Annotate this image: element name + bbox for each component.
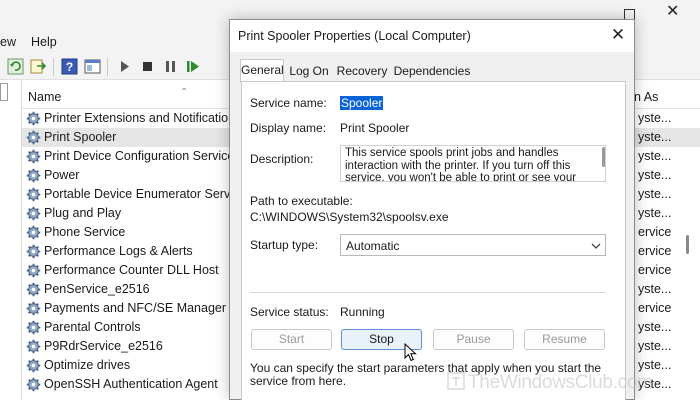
startup-type-value: Automatic xyxy=(346,239,400,253)
description-label: Description: xyxy=(250,152,314,166)
display-name-value: Print Spooler xyxy=(340,121,410,135)
svg-text:?: ? xyxy=(66,60,73,74)
service-name-label: Service name: xyxy=(250,96,327,110)
column-name[interactable]: Name xyxy=(28,90,61,104)
gear-icon xyxy=(26,111,41,126)
gear-icon xyxy=(26,130,41,145)
display-name-label: Display name: xyxy=(250,121,327,135)
close-icon[interactable]: ✕ xyxy=(666,4,680,20)
tab-log-on[interactable]: Log On xyxy=(287,61,331,81)
watermark-logo-icon xyxy=(447,372,465,390)
tab-dependencies[interactable]: Dependencies xyxy=(393,61,471,81)
startup-type-label: Startup type: xyxy=(250,238,319,252)
service-log-on-as: yste... xyxy=(638,206,672,220)
service-name: Printer Extensions and Notifications xyxy=(44,111,242,125)
description-text: This service spools print jobs and handl… xyxy=(345,147,577,182)
pause-button[interactable]: Pause xyxy=(433,329,514,350)
service-name: Plug and Play xyxy=(44,206,122,220)
chevron-down-icon xyxy=(591,243,601,249)
service-log-on-as: ervice xyxy=(638,244,672,258)
tab-recovery[interactable]: Recovery xyxy=(335,61,389,81)
tab-general[interactable]: General xyxy=(240,59,284,82)
refresh-icon[interactable] xyxy=(7,58,24,75)
divider xyxy=(250,292,605,293)
gear-icon xyxy=(26,377,41,392)
service-name: Phone Service xyxy=(44,225,126,239)
toolbar-separator xyxy=(53,58,54,76)
path-label: Path to executable: xyxy=(250,194,353,208)
toolbar-separator xyxy=(107,58,108,76)
stop-icon[interactable] xyxy=(139,58,156,75)
service-name-value[interactable]: Spooler xyxy=(340,96,384,110)
sort-chevron-icon: ⌃ xyxy=(180,87,189,98)
service-log-on-as: yste... xyxy=(638,282,672,296)
service-log-on-as: yste... xyxy=(638,168,672,182)
start-button[interactable]: Start xyxy=(251,329,332,350)
restart-icon[interactable] xyxy=(185,58,202,75)
service-name: Parental Controls xyxy=(44,320,141,334)
pause-icon[interactable] xyxy=(162,58,179,75)
close-icon[interactable]: ✕ xyxy=(610,26,626,43)
service-name: P9RdrService_e2516 xyxy=(44,339,163,353)
service-name: Portable Device Enumerator Service xyxy=(44,187,247,201)
gear-icon xyxy=(26,320,41,335)
menu-help[interactable]: Help xyxy=(31,35,57,49)
dialog-titlebar: Print Spooler Properties (Local Computer… xyxy=(230,20,634,52)
description-scrollbar[interactable] xyxy=(602,147,605,167)
tree-pane-edge xyxy=(0,80,22,400)
play-icon[interactable] xyxy=(116,58,133,75)
service-name: Print Device Configuration Service xyxy=(44,149,235,163)
service-log-on-as: yste... xyxy=(638,149,672,163)
gear-icon xyxy=(26,206,41,221)
service-log-on-as: yste... xyxy=(638,130,672,144)
gear-icon xyxy=(26,168,41,183)
path-value: C:\WINDOWS\System32\spoolsv.exe xyxy=(250,210,449,224)
service-log-on-as: yste... xyxy=(638,320,672,334)
gear-icon xyxy=(26,149,41,164)
service-name: Power xyxy=(44,168,80,182)
list-scrollbar[interactable] xyxy=(686,235,689,254)
service-log-on-as: yste... xyxy=(638,187,672,201)
service-log-on-as: yste... xyxy=(638,339,672,353)
gear-icon xyxy=(26,358,41,373)
export-list-icon[interactable] xyxy=(30,58,47,75)
menu-view[interactable]: ew xyxy=(0,35,16,49)
properties-icon[interactable] xyxy=(84,58,101,75)
service-name: Optimize drives xyxy=(44,358,131,372)
gear-icon xyxy=(26,263,41,278)
gear-icon xyxy=(26,301,41,316)
gear-icon xyxy=(26,282,41,297)
startup-type-select[interactable]: Automatic xyxy=(340,234,606,256)
service-status-label: Service status: xyxy=(250,305,329,319)
service-log-on-as: ervice xyxy=(638,263,672,277)
service-name: PenService_e2516 xyxy=(44,282,150,296)
service-log-on-as: ervice xyxy=(638,301,672,315)
tree-pane-scroll[interactable] xyxy=(0,83,8,101)
gear-icon xyxy=(26,225,41,240)
service-name: Print Spooler xyxy=(44,130,117,144)
service-name: Performance Logs & Alerts xyxy=(44,244,193,258)
service-log-on-as: yste... xyxy=(638,111,672,125)
service-name: Performance Counter DLL Host xyxy=(44,263,219,277)
service-log-on-as: ervice xyxy=(638,225,672,239)
dialog-title: Print Spooler Properties (Local Computer… xyxy=(238,29,471,43)
gear-icon xyxy=(26,339,41,354)
column-log-on-as[interactable]: n As xyxy=(634,90,658,104)
service-status-value: Running xyxy=(340,305,385,319)
watermark: TheWindowsClub.com xyxy=(446,366,696,396)
service-name: Payments and NFC/SE Manager xyxy=(44,301,227,315)
service-name: OpenSSH Authentication Agent xyxy=(44,377,218,391)
resume-button[interactable]: Resume xyxy=(524,329,605,350)
gear-icon xyxy=(26,187,41,202)
description-box[interactable]: This service spools print jobs and handl… xyxy=(340,145,606,182)
properties-dialog: Print Spooler Properties (Local Computer… xyxy=(229,19,635,400)
help-icon[interactable]: ? xyxy=(61,58,78,75)
gear-icon xyxy=(26,244,41,259)
watermark-text: TheWindowsClub.com xyxy=(468,372,653,393)
mouse-cursor-icon xyxy=(404,343,417,362)
